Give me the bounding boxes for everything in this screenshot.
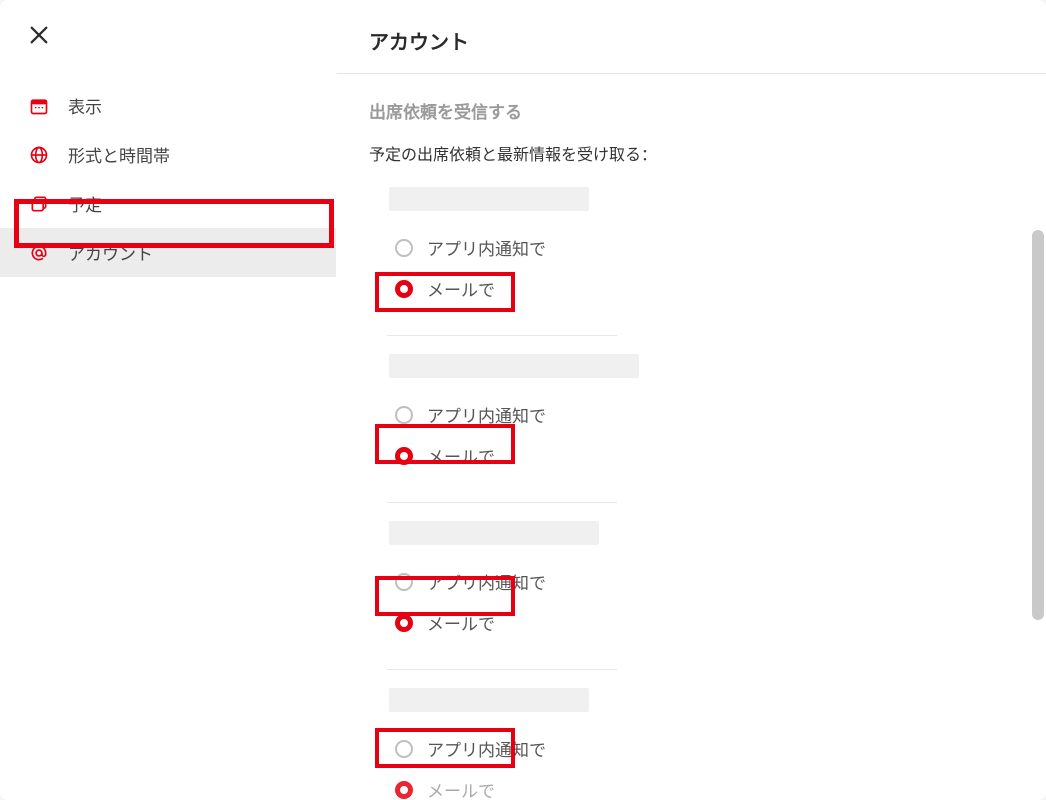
section-desc: 予定の出席依頼と最新情報を受け取る：	[369, 141, 1014, 165]
radio-label: アプリ内通知で	[427, 235, 546, 260]
radio-email[interactable]: メールで	[387, 769, 1014, 800]
sidebar-item-account[interactable]: アカウント	[0, 228, 336, 277]
radio-label: メールで	[427, 610, 495, 635]
sidebar-item-label: 形式と時間帯	[68, 142, 170, 167]
radio-unchecked-icon	[395, 740, 413, 758]
radio-in-app[interactable]: アプリ内通知で	[387, 227, 1014, 268]
windows-icon	[28, 193, 50, 215]
at-icon	[28, 242, 50, 264]
account-block: アプリ内通知で メールで	[369, 680, 1014, 800]
radio-label: アプリ内通知で	[427, 736, 546, 761]
main-panel: アカウント 出席依頼を受信する 予定の出席依頼と最新情報を受け取る： アプリ内通…	[337, 0, 1046, 800]
radio-label: メールで	[427, 777, 495, 800]
account-name-redacted	[389, 688, 589, 712]
close-button[interactable]	[0, 24, 50, 51]
account-block: アプリ内通知で メールで	[369, 346, 1014, 492]
radio-email[interactable]: メールで	[387, 602, 1014, 643]
close-icon	[28, 24, 50, 51]
account-block: アプリ内通知で メールで	[369, 513, 1014, 659]
main-body[interactable]: 出席依頼を受信する 予定の出席依頼と最新情報を受け取る： アプリ内通知で メール…	[337, 74, 1046, 800]
radio-checked-icon	[395, 447, 413, 465]
account-block: アプリ内通知で メールで	[369, 179, 1014, 325]
calendar-icon	[28, 95, 50, 117]
settings-window: 表示 形式と時間帯 予定 アカウント アカウント 出席依頼を受信する	[0, 0, 1046, 800]
divider	[387, 502, 617, 503]
scrollbar-thumb[interactable]	[1032, 230, 1044, 620]
globe-icon	[28, 144, 50, 166]
account-name-redacted	[389, 187, 589, 211]
radio-in-app[interactable]: アプリ内通知で	[387, 728, 1014, 769]
page-title: アカウント	[369, 26, 1014, 55]
radio-unchecked-icon	[395, 573, 413, 591]
radio-email[interactable]: メールで	[387, 435, 1014, 476]
sidebar-item-display[interactable]: 表示	[0, 81, 336, 130]
divider	[387, 335, 617, 336]
account-name-redacted	[389, 521, 599, 545]
account-name-redacted	[389, 354, 639, 378]
radio-checked-icon	[395, 280, 413, 298]
radio-unchecked-icon	[395, 239, 413, 257]
radio-in-app[interactable]: アプリ内通知で	[387, 394, 1014, 435]
sidebar-item-label: アカウント	[68, 240, 153, 265]
sidebar: 表示 形式と時間帯 予定 アカウント	[0, 0, 337, 800]
radio-unchecked-icon	[395, 406, 413, 424]
section-label: 出席依頼を受信する	[369, 98, 1014, 123]
radio-label: メールで	[427, 443, 495, 468]
sidebar-item-events[interactable]: 予定	[0, 179, 336, 228]
main-header: アカウント	[337, 0, 1046, 74]
radio-in-app[interactable]: アプリ内通知で	[387, 561, 1014, 602]
radio-label: アプリ内通知で	[427, 569, 546, 594]
radio-label: メールで	[427, 276, 495, 301]
sidebar-item-label: 表示	[68, 93, 102, 118]
sidebar-item-format-timezone[interactable]: 形式と時間帯	[0, 130, 336, 179]
radio-checked-icon	[395, 781, 413, 799]
divider	[387, 669, 617, 670]
radio-label: アプリ内通知で	[427, 402, 546, 427]
radio-email[interactable]: メールで	[387, 268, 1014, 309]
radio-checked-icon	[395, 614, 413, 632]
sidebar-item-label: 予定	[68, 191, 102, 216]
